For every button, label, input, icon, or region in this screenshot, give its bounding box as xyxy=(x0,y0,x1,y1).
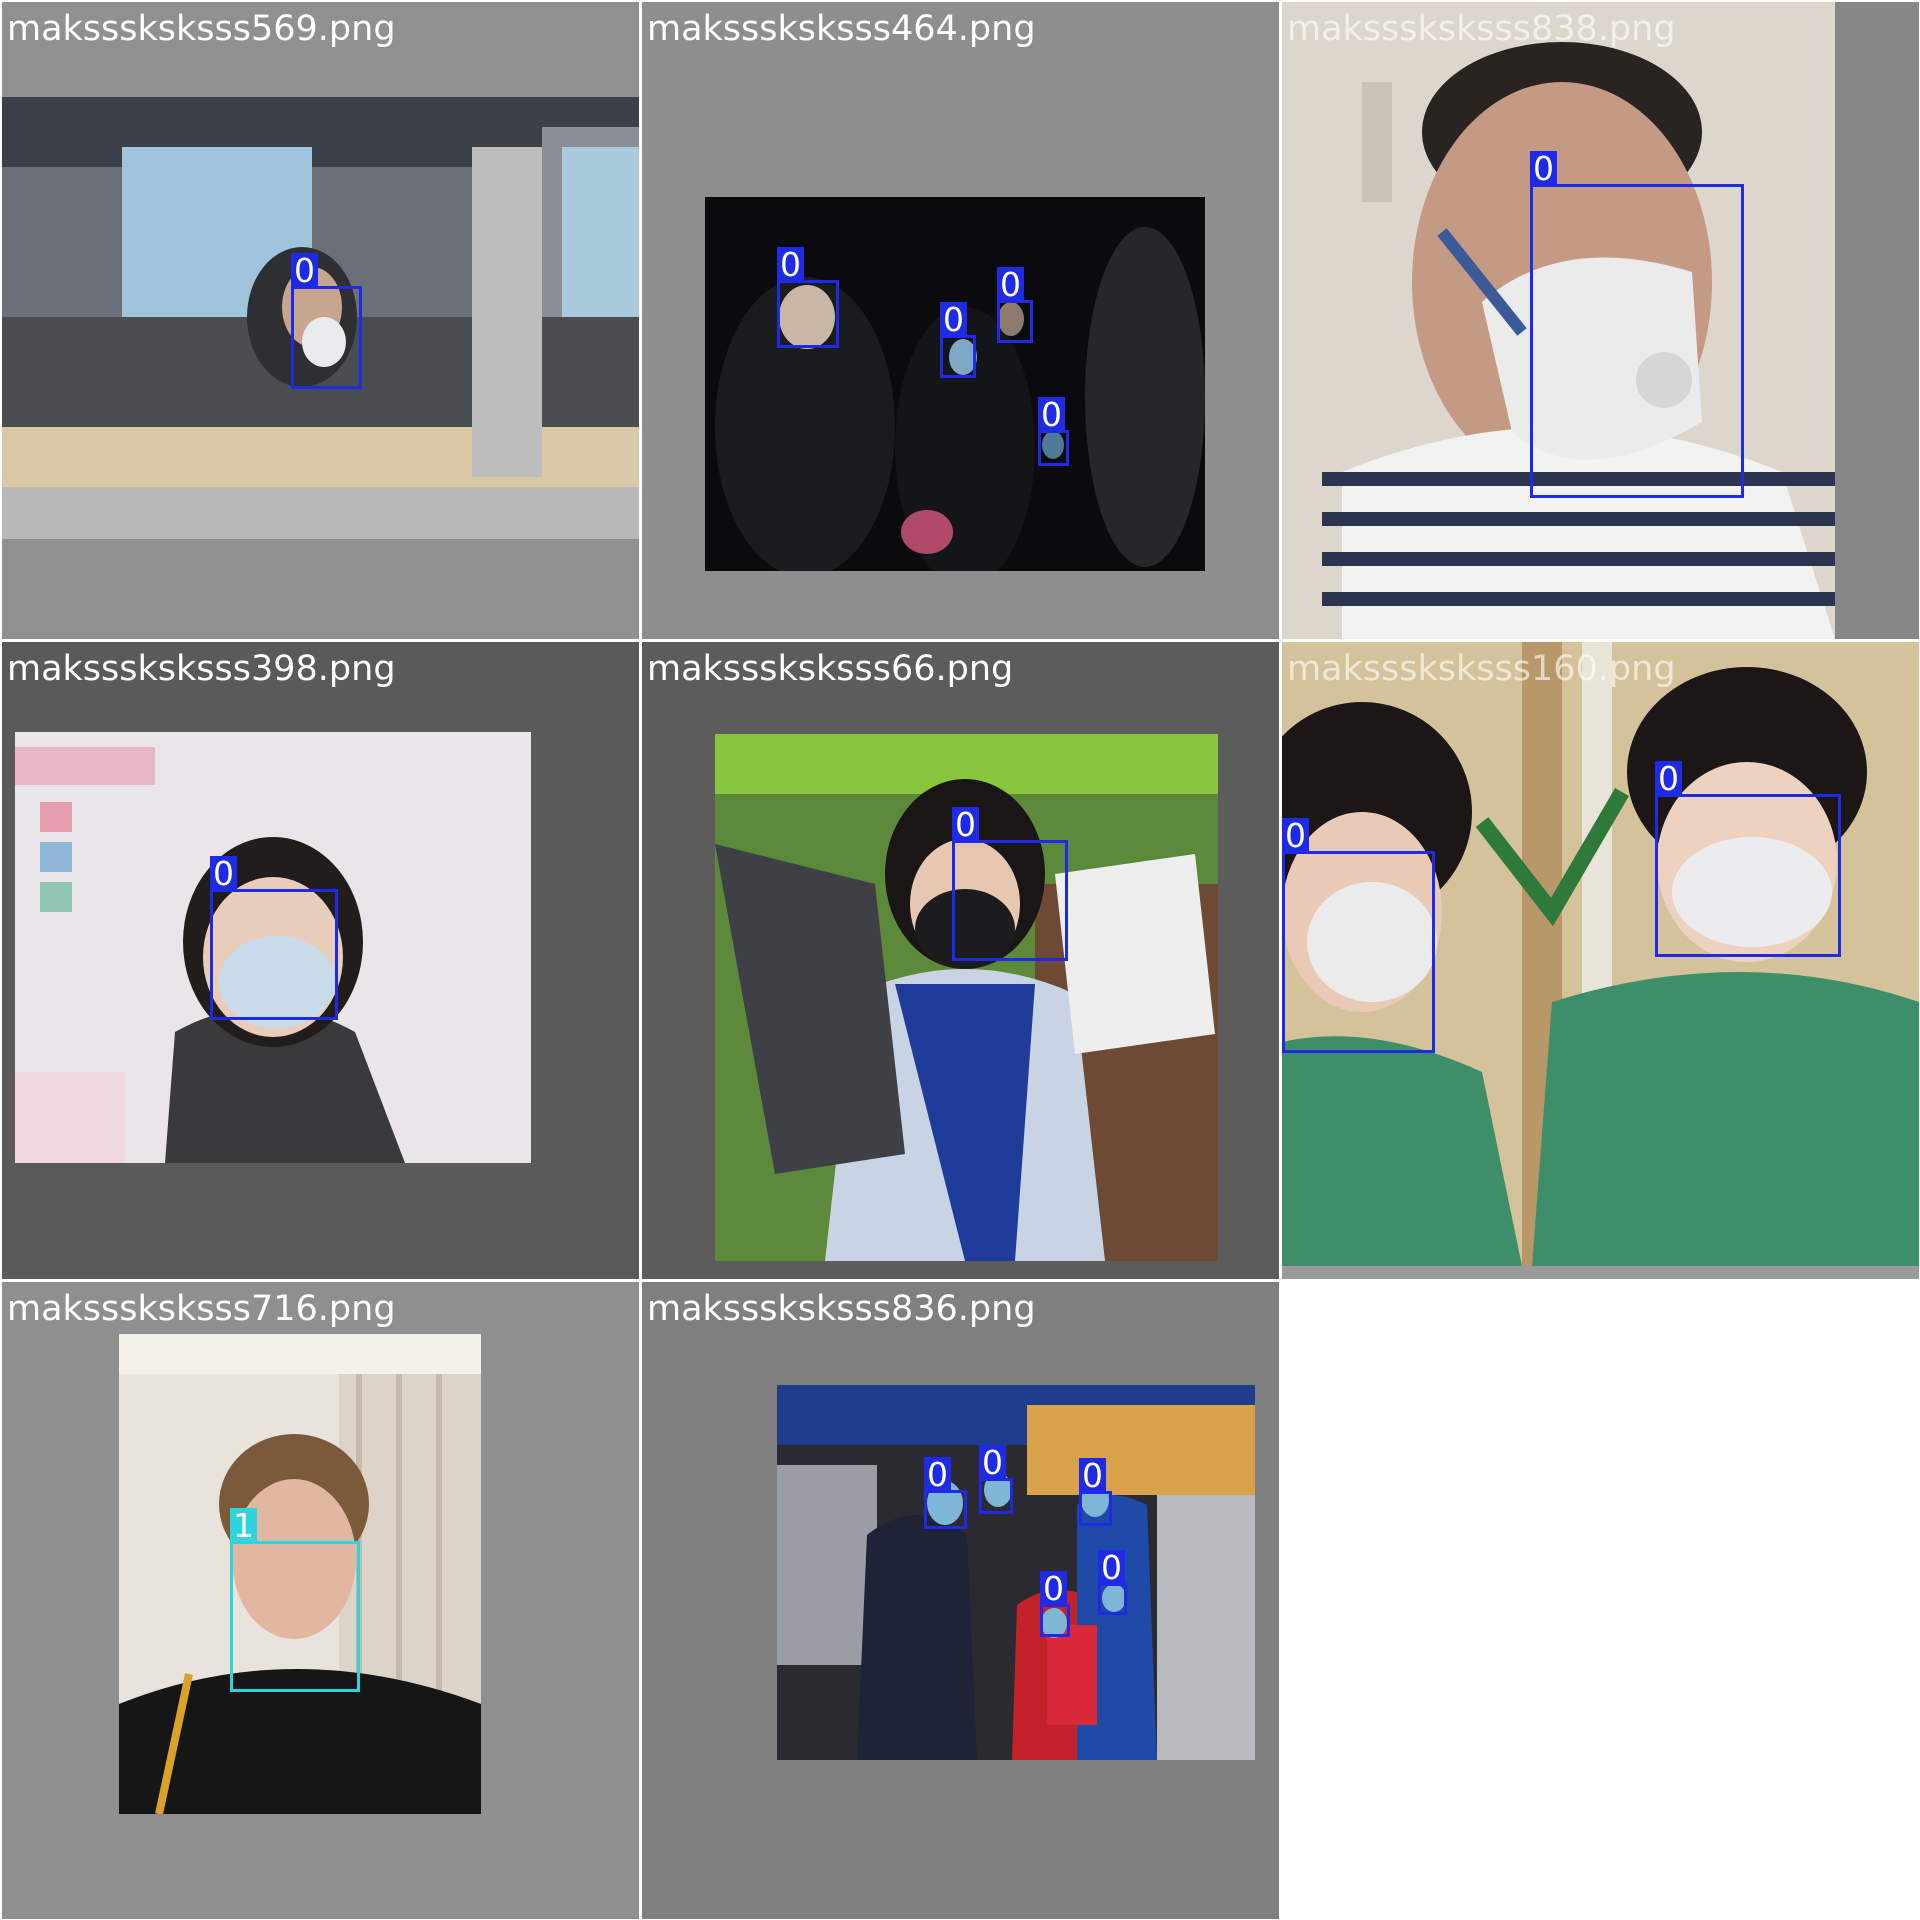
detection-box: 0 xyxy=(952,807,1068,961)
detection-box: 0 xyxy=(997,267,1033,343)
mosaic-tile: maksssksksss398.png 0 xyxy=(2,642,639,1279)
detection-box: 0 xyxy=(1282,818,1435,1053)
class-label: 1 xyxy=(230,1508,257,1544)
class-label: 0 xyxy=(1530,151,1557,187)
detection-box: 0 xyxy=(777,247,839,348)
class-label: 0 xyxy=(940,302,967,338)
filename-label: maksssksksss66.png xyxy=(647,649,1014,689)
detection-box: 0 xyxy=(1098,1550,1127,1615)
mosaic-tile: maksssksksss464.png 0 0 0 0 xyxy=(642,2,1279,639)
class-label: 0 xyxy=(1655,761,1682,797)
mosaic-tile: maksssksksss66.png 0 xyxy=(642,642,1279,1279)
mosaic-tile: maksssksksss160.png 0 0 xyxy=(1282,642,1919,1279)
mosaic-tile: maksssksksss836.png 0 0 0 0 0 xyxy=(642,1282,1279,1919)
filename-label: maksssksksss569.png xyxy=(7,9,396,49)
detection-box: 0 xyxy=(1530,151,1744,498)
mosaic-tile: maksssksksss569.png 0 xyxy=(2,2,639,639)
detection-box: 0 xyxy=(924,1457,967,1529)
mosaic-tile: maksssksksss838.png 0 xyxy=(1282,2,1919,639)
class-label: 0 xyxy=(210,856,237,892)
photo-street-market xyxy=(777,1385,1255,1760)
detection-box: 0 xyxy=(1038,397,1069,466)
class-label: 0 xyxy=(1038,397,1065,433)
detection-box: 0 xyxy=(291,253,362,389)
detection-box: 0 xyxy=(1079,1458,1112,1526)
detection-box: 0 xyxy=(210,856,338,1020)
detection-box: 1 xyxy=(230,1508,360,1692)
detection-box: 0 xyxy=(979,1445,1013,1514)
filename-label: maksssksksss838.png xyxy=(1287,9,1676,49)
mosaic-tile: maksssksksss716.png 1 xyxy=(2,1282,639,1919)
detection-box: 0 xyxy=(1655,761,1841,957)
class-label: 0 xyxy=(924,1457,951,1493)
filename-label: maksssksksss716.png xyxy=(7,1289,396,1329)
class-label: 0 xyxy=(777,247,804,283)
filename-label: maksssksksss464.png xyxy=(647,9,1036,49)
class-label: 0 xyxy=(1282,818,1309,854)
class-label: 0 xyxy=(1098,1550,1125,1586)
class-label: 0 xyxy=(1040,1571,1067,1607)
detection-box: 0 xyxy=(1040,1571,1070,1637)
filename-label: maksssksksss836.png xyxy=(647,1289,1036,1329)
class-label: 0 xyxy=(291,253,318,289)
class-label: 0 xyxy=(952,807,979,843)
filename-label: maksssksksss160.png xyxy=(1287,649,1676,689)
filename-label: maksssksksss398.png xyxy=(7,649,396,689)
detection-mosaic: maksssksksss569.png 0 maksssksksss464.pn… xyxy=(0,0,1920,1920)
detection-box: 0 xyxy=(940,302,976,378)
class-label: 0 xyxy=(979,1445,1006,1481)
class-label: 0 xyxy=(997,267,1024,303)
class-label: 0 xyxy=(1079,1458,1106,1494)
